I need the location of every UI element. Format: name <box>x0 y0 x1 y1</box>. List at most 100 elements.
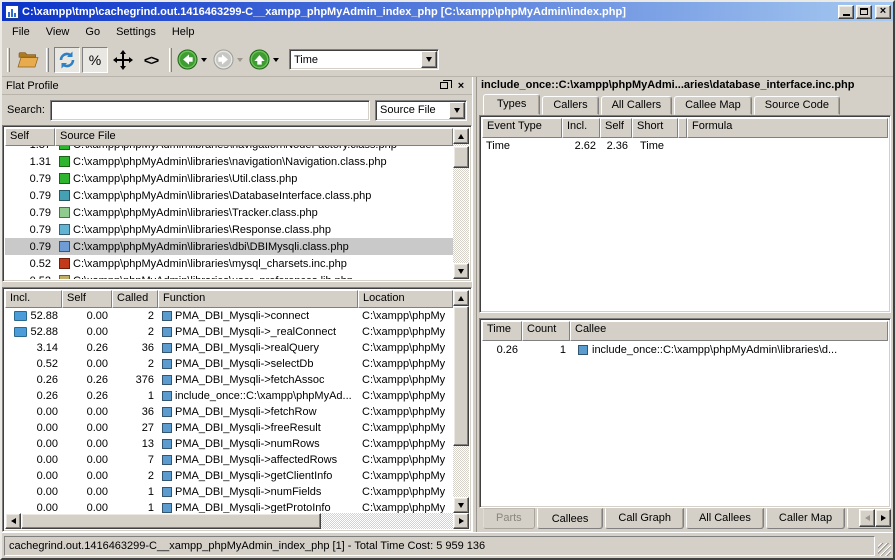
function-row[interactable]: 0.00 0.00 7 PMA_DBI_Mysqli->affectedRows… <box>5 452 453 468</box>
column-header-time[interactable]: Time <box>482 321 522 341</box>
scrollbar-track[interactable] <box>21 513 453 529</box>
detail-bottom-tab[interactable]: All Callees <box>686 508 764 529</box>
column-header-short[interactable]: Short <box>632 118 678 138</box>
function-row[interactable]: 0.52 0.00 2 PMA_DBI_Mysqli->selectDb C:\… <box>5 356 453 372</box>
dock-titlebar[interactable]: Flat Profile × <box>2 77 472 95</box>
column-header-callee[interactable]: Callee <box>570 321 888 341</box>
menu-item[interactable]: File <box>4 23 38 41</box>
detail-bottom-tab[interactable]: Caller Map <box>766 508 845 529</box>
scroll-right-button[interactable] <box>453 513 469 529</box>
column-header-location[interactable]: Location <box>358 290 453 308</box>
function-icon <box>162 439 172 449</box>
file-list-vscrollbar[interactable] <box>453 128 469 279</box>
toolbar-grip[interactable] <box>7 48 10 72</box>
detail-bottom-tab[interactable]: Parts <box>483 508 535 529</box>
scroll-down-button[interactable] <box>453 497 469 513</box>
file-row[interactable]: 0.79 C:\xampp\phpMyAdmin\libraries\Respo… <box>5 221 453 238</box>
search-input[interactable] <box>50 100 370 121</box>
column-header-event-type[interactable]: Event Type <box>482 118 562 138</box>
scrollbar-track[interactable] <box>453 306 469 497</box>
scrollbar-track[interactable] <box>453 144 469 263</box>
function-row[interactable]: 0.00 0.00 2 PMA_DBI_Mysqli->getClientInf… <box>5 468 453 484</box>
function-row[interactable]: 0.26 0.26 1 include_once::C:\xampp\phpMy… <box>5 388 453 404</box>
column-header-count[interactable]: Count <box>522 321 570 341</box>
function-row[interactable]: 52.88 0.00 2 PMA_DBI_Mysqli->_realConnec… <box>5 324 453 340</box>
resize-grip[interactable] <box>878 543 891 556</box>
event-type-row[interactable]: Time 2.62 2.36 Time <box>482 138 888 154</box>
tab-scroll-buttons <box>858 509 891 527</box>
function-row[interactable]: 52.88 0.00 2 PMA_DBI_Mysqli->connect C:\… <box>5 308 453 324</box>
toolbar-grip[interactable] <box>169 48 172 72</box>
combobox-dropdown-button[interactable] <box>421 51 437 68</box>
detail-tab[interactable]: Source Code <box>754 96 840 115</box>
toolbar-grip[interactable] <box>46 48 49 72</box>
function-row[interactable]: 0.00 0.00 36 PMA_DBI_Mysqli->fetchRow C:… <box>5 404 453 420</box>
detail-tab[interactable]: Types <box>483 94 540 115</box>
menu-item[interactable]: Settings <box>108 23 164 41</box>
function-row[interactable]: 0.26 0.26 376 PMA_DBI_Mysqli->fetchAssoc… <box>5 372 453 388</box>
detail-bottom-tab[interactable]: Call Graph <box>605 508 684 529</box>
reload-button[interactable] <box>54 47 80 73</box>
column-header-spacer[interactable] <box>678 118 687 138</box>
function-row[interactable]: 3.14 0.26 36 PMA_DBI_Mysqli->realQuery C… <box>5 340 453 356</box>
scroll-up-button[interactable] <box>453 290 469 306</box>
column-header-self[interactable]: Self <box>600 118 632 138</box>
function-row[interactable]: 0.00 0.00 1 PMA_DBI_Mysqli->getProtoInfo… <box>5 500 453 513</box>
expand-areas-button[interactable] <box>110 47 136 73</box>
cycle-detection-button[interactable]: <> <box>138 47 164 73</box>
detail-tab[interactable]: Callee Map <box>674 96 752 115</box>
tab-scroll-right-button[interactable] <box>875 509 891 527</box>
function-row[interactable]: 0.00 0.00 1 PMA_DBI_Mysqli->numFields C:… <box>5 484 453 500</box>
file-row[interactable]: 1.37 C:\xampp\phpMyAdmin\libraries\navig… <box>5 146 453 153</box>
event-type-combobox[interactable]: Time <box>289 49 439 70</box>
function-row[interactable]: 0.00 0.00 27 PMA_DBI_Mysqli->freeResult … <box>5 420 453 436</box>
scrollbar-thumb[interactable] <box>453 306 469 446</box>
callee-row[interactable]: 0.26 1 include_once::C:\xampp\phpMyAdmin… <box>482 341 888 358</box>
up-button[interactable] <box>249 49 270 70</box>
file-row[interactable]: 1.31 C:\xampp\phpMyAdmin\libraries\navig… <box>5 153 453 170</box>
scroll-up-button[interactable] <box>453 128 469 144</box>
detail-tab[interactable]: All Callers <box>601 96 673 115</box>
column-header-self[interactable]: Self <box>62 290 112 308</box>
scrollbar-thumb[interactable] <box>453 146 469 168</box>
function-table-vscrollbar[interactable] <box>453 290 469 513</box>
group-by-combobox[interactable]: Source File <box>375 100 467 121</box>
function-location: C:\xampp\phpMy <box>358 470 453 482</box>
file-row[interactable]: 0.79 C:\xampp\phpMyAdmin\libraries\dbi\D… <box>5 238 453 255</box>
file-row[interactable]: 0.79 C:\xampp\phpMyAdmin\libraries\Util.… <box>5 170 453 187</box>
menu-item[interactable]: View <box>38 23 78 41</box>
close-button[interactable]: × <box>875 5 891 19</box>
column-header-function[interactable]: Function <box>158 290 358 308</box>
function-row[interactable]: 0.00 0.00 13 PMA_DBI_Mysqli->numRows C:\… <box>5 436 453 452</box>
column-header-source-file[interactable]: Source File <box>55 128 453 146</box>
combobox-dropdown-button[interactable] <box>449 102 465 119</box>
up-dropdown-arrow[interactable] <box>273 58 279 62</box>
back-dropdown-arrow[interactable] <box>201 58 207 62</box>
column-header-self[interactable]: Self <box>5 128 55 146</box>
file-row[interactable]: 0.79 C:\xampp\phpMyAdmin\libraries\Datab… <box>5 187 453 204</box>
column-header-formula[interactable]: Formula <box>687 118 888 138</box>
scroll-left-button[interactable] <box>5 513 21 529</box>
detail-bottom-tab[interactable]: Callees <box>537 508 604 529</box>
function-table-hscrollbar[interactable] <box>5 513 469 529</box>
detail-tab[interactable]: Callers <box>542 96 598 115</box>
dock-close-button[interactable]: × <box>454 79 468 92</box>
column-header-called[interactable]: Called <box>112 290 158 308</box>
menu-item[interactable]: Go <box>77 23 108 41</box>
dock-float-button[interactable] <box>437 79 451 92</box>
maximize-button[interactable] <box>856 5 872 19</box>
titlebar[interactable]: C:\xampp\tmp\cachegrind.out.1416463299-C… <box>2 2 893 21</box>
open-file-button[interactable] <box>15 47 41 73</box>
column-header-incl[interactable]: Incl. <box>5 290 62 308</box>
tab-scroll-left-button[interactable] <box>859 509 875 527</box>
scrollbar-thumb[interactable] <box>21 513 321 529</box>
file-row[interactable]: 0.52 C:\xampp\phpMyAdmin\libraries\mysql… <box>5 255 453 272</box>
menu-item[interactable]: Help <box>164 23 203 41</box>
scroll-down-button[interactable] <box>453 263 469 279</box>
minimize-button[interactable] <box>838 5 854 19</box>
file-row[interactable]: 0.79 C:\xampp\phpMyAdmin\libraries\Track… <box>5 204 453 221</box>
column-header-incl[interactable]: Incl. <box>562 118 600 138</box>
file-row[interactable]: 0.52 C:\xampp\phpMyAdmin\libraries\user_… <box>5 272 453 279</box>
back-button[interactable] <box>177 49 198 70</box>
relative-percent-button[interactable]: % <box>82 47 108 73</box>
